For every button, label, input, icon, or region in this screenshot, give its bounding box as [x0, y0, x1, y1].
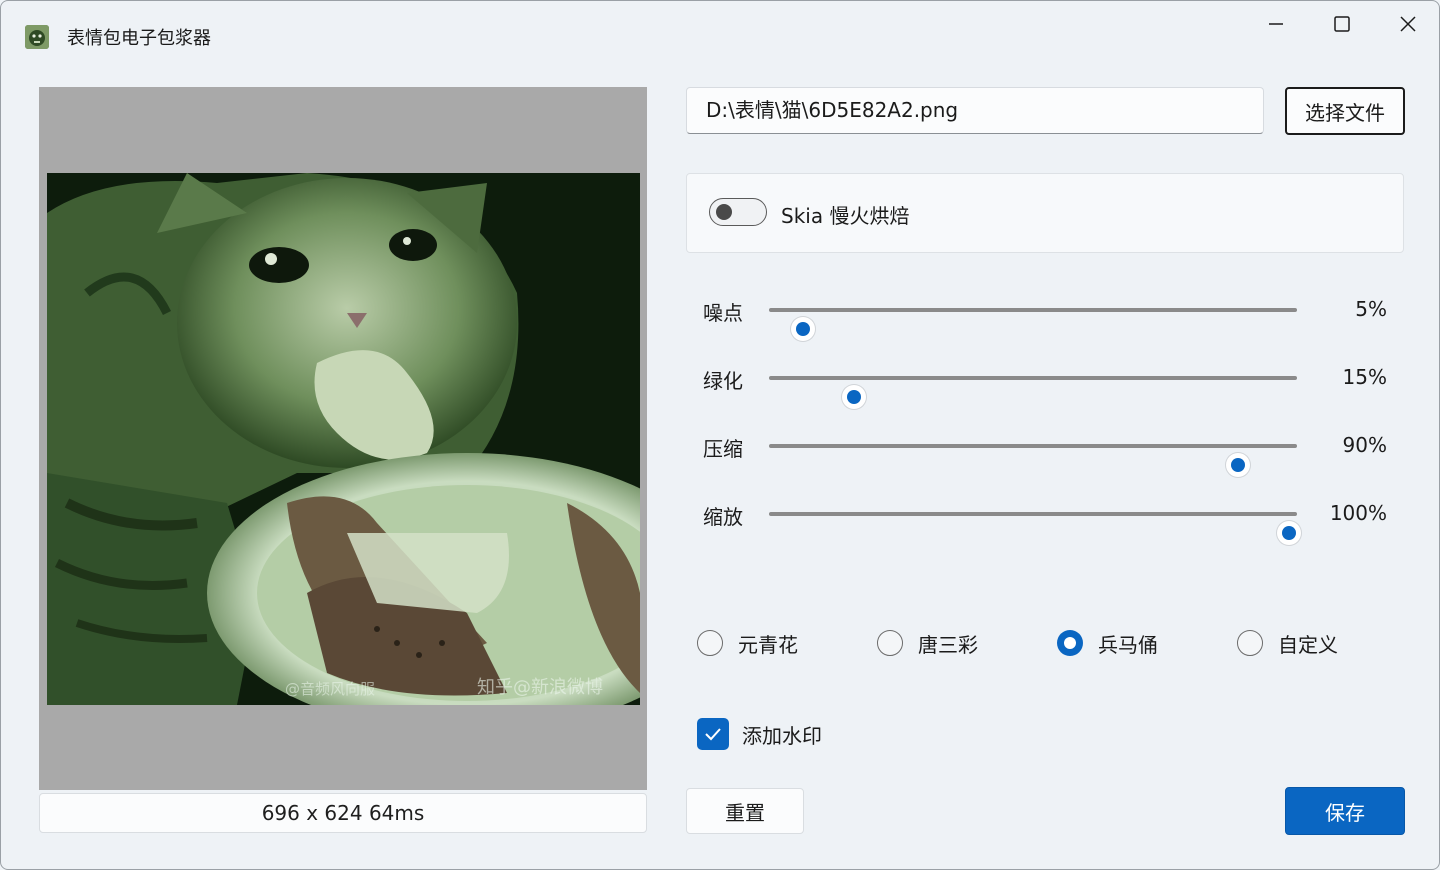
check-icon [705, 728, 721, 741]
radio-label: 兵马俑 [1098, 632, 1158, 657]
preset-radio-custom[interactable]: 自定义 [1237, 628, 1338, 658]
radio-circle [1237, 630, 1263, 656]
maximize-button[interactable] [1310, 1, 1374, 47]
slider-track-compress[interactable] [769, 444, 1297, 477]
title-bar[interactable]: 表情包电子包浆器 [1, 1, 1439, 65]
skia-toggle-label: Skia 慢火烘焙 [781, 204, 910, 228]
slider-noise: 噪点 5% [701, 289, 1401, 341]
slider-value-noise: 5% [1355, 297, 1387, 321]
reset-button[interactable]: 重置 [686, 788, 804, 834]
slider-label-green: 绿化 [703, 369, 743, 393]
close-icon [1400, 16, 1416, 32]
watermark-checkbox[interactable] [697, 718, 729, 750]
slider-label-compress: 压缩 [703, 437, 743, 461]
skia-option-card: Skia 慢火烘焙 [686, 173, 1404, 253]
image-watermark-zhihu: 知乎@新浪微博 [477, 677, 603, 698]
slider-scale: 缩放 100% [701, 493, 1401, 545]
image-watermark-weibo: @音频风向服 [285, 680, 376, 698]
save-button[interactable]: 保存 [1285, 787, 1405, 835]
image-preview-panel: @音频风向服 知乎@新浪微博 [39, 87, 647, 790]
slider-compress: 压缩 90% [701, 425, 1401, 477]
slider-value-compress: 90% [1342, 433, 1387, 457]
slider-track-green[interactable] [769, 376, 1297, 409]
radio-label: 自定义 [1278, 632, 1338, 657]
file-path-input[interactable] [686, 87, 1264, 134]
slider-label-scale: 缩放 [703, 505, 743, 529]
preview-image: @音频风向服 知乎@新浪微博 [47, 173, 640, 705]
radio-label: 元青花 [738, 632, 798, 657]
watermark-checkbox-row[interactable]: 添加水印 [697, 718, 822, 750]
slider-value-green: 15% [1342, 365, 1387, 389]
app-logo-icon [25, 25, 49, 49]
choose-file-button[interactable]: 选择文件 [1285, 87, 1405, 135]
minimize-icon [1269, 23, 1283, 25]
maximize-icon [1334, 16, 1350, 32]
toggle-knob [716, 204, 732, 220]
app-window: 表情包电子包浆器 @音频风向服 知乎@新浪微博 696 x 624 64ms D… [0, 0, 1440, 870]
preset-radio-bingmayong[interactable]: 兵马俑 [1057, 628, 1158, 658]
radio-label: 唐三彩 [918, 632, 978, 657]
slider-thumb-noise[interactable] [790, 317, 815, 341]
slider-thumb-compress[interactable] [1225, 453, 1250, 477]
minimize-button[interactable] [1244, 1, 1308, 47]
slider-label-noise: 噪点 [703, 301, 743, 325]
window-title: 表情包电子包浆器 [67, 28, 211, 49]
radio-circle [697, 630, 723, 656]
radio-circle [877, 630, 903, 656]
preset-radio-tangsancai[interactable]: 唐三彩 [877, 628, 978, 658]
slider-green: 绿化 15% [701, 357, 1401, 409]
slider-thumb-green[interactable] [841, 385, 866, 409]
image-info-text: 696 x 624 64ms [261, 801, 425, 825]
preset-radio-yuanqinghua[interactable]: 元青花 [697, 628, 798, 658]
skia-toggle[interactable] [709, 198, 767, 226]
radio-circle [1057, 630, 1083, 656]
slider-track-scale[interactable] [769, 512, 1302, 545]
slider-value-scale: 100% [1329, 501, 1387, 525]
image-info-bar: 696 x 624 64ms [39, 793, 647, 833]
slider-track-noise[interactable] [769, 308, 1297, 341]
close-button[interactable] [1376, 1, 1439, 47]
watermark-checkbox-label: 添加水印 [742, 723, 822, 748]
slider-thumb-scale[interactable] [1277, 521, 1302, 545]
